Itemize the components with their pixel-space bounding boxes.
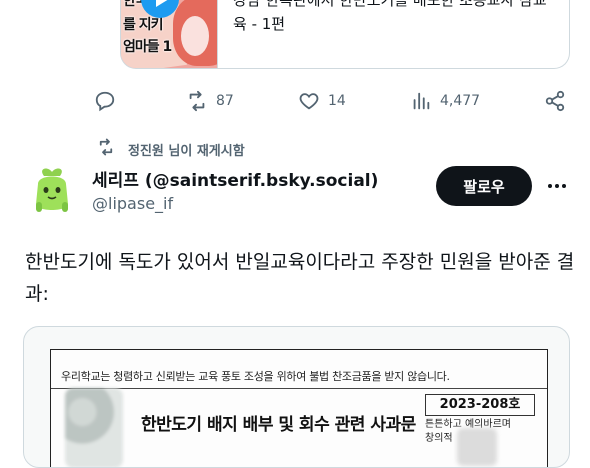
repost-notice[interactable]: 정진원 님이 재게시함 [96, 138, 245, 160]
thumbnail-art [181, 16, 209, 56]
divider [51, 388, 547, 389]
reply-icon [94, 90, 116, 112]
apology-document: 우리학교는 청렴하고 신뢰받는 교육 풍토 조성을 위하여 불법 찬조금품을 받… [50, 349, 548, 467]
repost-count: 87 [216, 93, 234, 109]
repost-button[interactable]: 87 [186, 86, 234, 116]
repost-icon [186, 90, 208, 112]
blurred-logo [65, 388, 123, 467]
display-name[interactable]: 세리프 (@saintserif.bsky.social) [92, 166, 378, 191]
video-thumbnail[interactable]: 한국 를 지키 엄마들 1 [121, 0, 218, 68]
reply-button[interactable] [94, 86, 124, 116]
more-options-icon[interactable] [545, 176, 569, 196]
share-button[interactable] [544, 86, 566, 116]
document-notice: 우리학교는 청렴하고 신뢰받는 교육 풍토 조성을 위하여 불법 찬조금품을 받… [61, 370, 450, 383]
views-chart-icon [410, 90, 432, 112]
views-button[interactable]: 4,477 [410, 86, 480, 116]
action-bar: 87 14 4,477 [0, 86, 590, 116]
post-media-image[interactable]: 우리학교는 청렴하고 신뢰받는 교육 풍토 조성을 위하여 불법 찬조금품을 받… [23, 326, 570, 468]
document-number: 2023-208호 [425, 394, 535, 416]
repost-notice-text: 정진원 님이 재게시함 [128, 143, 245, 159]
view-count: 4,477 [440, 93, 481, 109]
share-icon [544, 90, 566, 112]
link-title: 강남 한복판에서 한반도기를 배포한 초등교사 참교육 - 1편 [233, 0, 547, 33]
avatar[interactable] [30, 166, 74, 216]
like-count: 14 [328, 93, 346, 109]
like-button[interactable]: 14 [298, 86, 346, 116]
document-title: 한반도기 배지 배부 및 회수 관련 사과문 [141, 415, 416, 435]
post-text: 한반도기에 독도가 있어서 반일교육이다라고 주장한 민원을 받아준 결과: [25, 251, 575, 305]
link-preview-card[interactable]: 한국 를 지키 엄마들 1 강남 한복판에서 한반도기를 배포한 초등교사 참교… [120, 0, 570, 69]
heart-icon [298, 90, 320, 112]
repost-icon [96, 138, 116, 160]
thumbnail-caption: 엄마들 1 [123, 39, 172, 55]
follow-button[interactable]: 팔로우 [436, 166, 532, 206]
blurred-seal [457, 428, 497, 466]
user-handle[interactable]: @lipase_if [92, 194, 173, 213]
